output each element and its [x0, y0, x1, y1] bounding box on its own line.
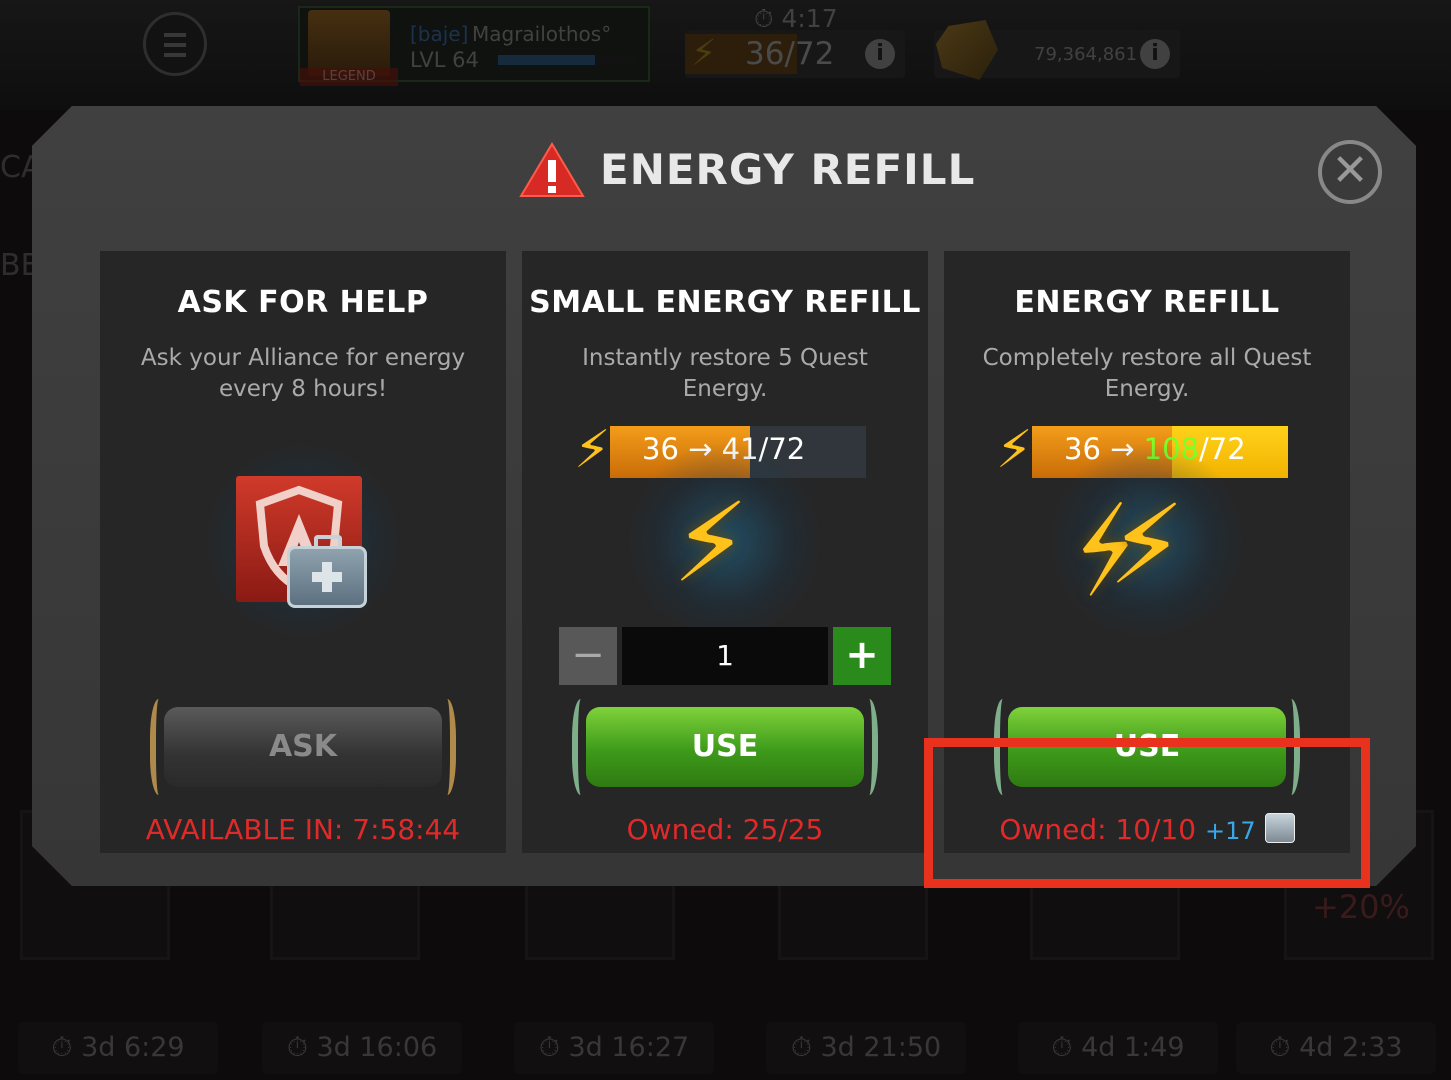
warning-icon: [519, 142, 585, 197]
owned-count: Owned: 25/25: [626, 813, 824, 846]
use-small-refill-button[interactable]: USE: [572, 699, 878, 795]
quantity-value[interactable]: 1: [622, 627, 828, 685]
close-button[interactable]: ✕: [1318, 140, 1382, 204]
panel-description: Instantly restore 5 Quest Energy.: [582, 345, 868, 402]
cooldown-text: AVAILABLE IN: 7:58:44: [145, 813, 461, 846]
highlight-box: [924, 738, 1370, 888]
medkit-icon: [287, 535, 367, 608]
close-icon: ✕: [1331, 145, 1369, 196]
ask-for-help-panel: ASK FOR HELP Ask your Alliance for energ…: [100, 251, 506, 853]
panel-title: ENERGY REFILL: [1014, 285, 1280, 320]
lightning-icon: ⚡: [574, 420, 611, 480]
increase-button[interactable]: +: [833, 627, 891, 685]
quantity-stepper: − 1 +: [559, 627, 891, 685]
panel-title: ASK FOR HELP: [177, 285, 429, 320]
panel-description: Ask your Alliance for energy every 8 hou…: [140, 345, 466, 402]
dialog-title: ENERGY REFILL: [600, 145, 976, 194]
lightning-icon: ⚡: [996, 420, 1033, 480]
panel-description: Completely restore all Quest Energy.: [982, 345, 1312, 402]
decrease-button[interactable]: −: [559, 627, 617, 685]
panel-title: SMALL ENERGY REFILL: [529, 285, 921, 320]
small-refill-lightning-icon: ⚡: [672, 479, 750, 607]
ask-button[interactable]: ASK: [150, 699, 456, 795]
small-energy-refill-panel: SMALL ENERGY REFILL Instantly restore 5 …: [522, 251, 928, 853]
